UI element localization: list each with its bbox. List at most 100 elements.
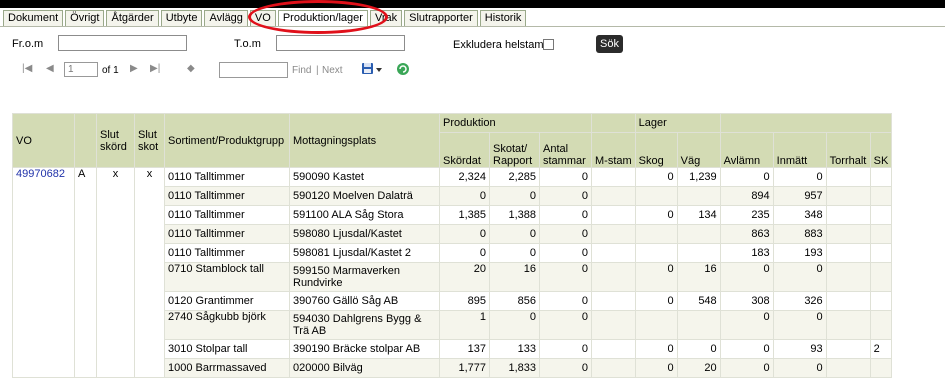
cell-antal: 0 <box>539 262 592 292</box>
last-page-icon[interactable]: ▶| <box>150 63 160 74</box>
cell-antal: 0 <box>539 243 592 263</box>
cell-antal: 0 <box>539 310 592 340</box>
cell-skordat: 1,777 <box>439 358 490 378</box>
cell-sk <box>869 358 893 378</box>
cell-mottagning: 594030 Dahlgrens Bygg & Trä AB <box>289 310 440 340</box>
cell-skog: 0 <box>634 262 678 292</box>
cell-vag: 20 <box>676 358 721 378</box>
cell-skotat: 2,285 <box>489 167 540 187</box>
cell-sk <box>869 167 893 187</box>
first-page-icon[interactable]: |◀ <box>22 63 32 74</box>
cell-sk: 2 <box>869 339 893 359</box>
cell-inmatt: 957 <box>772 186 827 206</box>
tab-atgarder[interactable]: Åtgärder <box>106 10 159 26</box>
cell-sk <box>869 243 893 263</box>
cell-inmatt: 0 <box>772 310 827 340</box>
col-header-skotat[interactable]: Skotat/ Rapport <box>489 132 540 168</box>
find-input[interactable] <box>219 62 288 78</box>
export-icon[interactable] <box>361 62 383 76</box>
cell-mstam <box>591 243 636 263</box>
tab-ovrigt[interactable]: Övrigt <box>65 10 105 26</box>
cell-mottagning: 020000 Bilväg <box>289 358 440 378</box>
cell-skog: 0 <box>634 167 678 187</box>
cell-avlamn: 0 <box>719 339 774 359</box>
cell-avlamn: 0 <box>719 167 774 187</box>
col-header-skog[interactable]: Skog <box>634 132 678 168</box>
col-header-slut-skord[interactable]: Slut skörd <box>96 113 135 168</box>
search-button[interactable]: Sök <box>596 35 623 53</box>
cell-skotat: 16 <box>489 262 540 292</box>
col-header-sortiment[interactable]: Sortiment/Produktgrupp <box>164 113 290 168</box>
find-link[interactable]: Find <box>292 65 311 76</box>
cell-skog: 0 <box>634 205 678 225</box>
cell-avlamn: 894 <box>719 186 774 206</box>
cell-torrhalt <box>825 224 871 244</box>
col-header-mstam[interactable]: M-stam <box>591 132 636 168</box>
refresh-icon[interactable] <box>396 62 410 76</box>
cell-vag: 134 <box>676 205 721 225</box>
cell-mstam <box>591 339 636 359</box>
cell-avlamn: 308 <box>719 291 774 311</box>
cell-mstam <box>591 262 636 292</box>
exclude-helstam-label: Exkludera helstam <box>453 39 544 51</box>
to-label: T.o.m <box>234 38 261 50</box>
cell-skordat: 1 <box>439 310 490 340</box>
col-header-mottagningsplats[interactable]: Mottagningsplats <box>289 113 440 168</box>
cell-vag <box>676 243 721 263</box>
col-header-torrhalt[interactable]: Torrhalt <box>825 132 871 168</box>
cell-sortiment: 0710 Stamblock tall <box>164 262 290 292</box>
tab-slutrapporter[interactable]: Slutrapporter <box>404 10 478 26</box>
cell-inmatt: 883 <box>772 224 827 244</box>
prev-page-icon[interactable]: ◀ <box>46 63 54 74</box>
col-header-antal-stammar[interactable]: Antal stammar <box>539 132 592 168</box>
cell-skotat: 133 <box>489 339 540 359</box>
cell-avlamn: 235 <box>719 205 774 225</box>
cell-sortiment: 0110 Talltimmer <box>164 243 290 263</box>
tab-historik[interactable]: Historik <box>479 10 527 26</box>
cell-sk <box>869 262 893 292</box>
col-header-slut-skot[interactable]: Slut skot <box>134 113 165 168</box>
page-count-label: of 1 <box>102 65 119 76</box>
col-header-sk[interactable]: SK <box>869 132 893 168</box>
cell-vag: 1,239 <box>676 167 721 187</box>
tab-avlagg[interactable]: Avlägg <box>204 10 248 26</box>
cell-slut-skord: x <box>96 167 135 378</box>
page-number-input[interactable]: 1 <box>64 62 98 77</box>
cell-inmatt: 193 <box>772 243 827 263</box>
exclude-helstam-checkbox[interactable] <box>543 39 554 50</box>
back-icon[interactable]: ◆ <box>187 63 195 74</box>
tab-utbyte[interactable]: Utbyte <box>160 10 203 26</box>
cell-skotat: 856 <box>489 291 540 311</box>
col-header-inmatt[interactable]: Inmätt <box>772 132 827 168</box>
tab-vo[interactable]: VO <box>249 10 276 26</box>
cell-vo[interactable]: 49970682 <box>12 167 75 378</box>
cell-torrhalt <box>825 167 871 187</box>
cell-inmatt: 348 <box>772 205 827 225</box>
cell-mstam <box>591 310 636 340</box>
tab-vrak[interactable]: Vrak <box>369 10 403 26</box>
next-page-icon[interactable]: ▶ <box>130 63 138 74</box>
tab-produktion-lager[interactable]: Produktion/lager <box>277 10 368 26</box>
from-date-input[interactable] <box>58 35 187 51</box>
cell-skog <box>634 310 678 340</box>
cell-vag <box>676 224 721 244</box>
cell-a: A <box>74 167 97 378</box>
col-header-vo[interactable]: VO <box>12 113 75 168</box>
cell-torrhalt <box>825 205 871 225</box>
cell-antal: 0 <box>539 167 592 187</box>
cell-skotat: 0 <box>489 243 540 263</box>
cell-skotat: 1,388 <box>489 205 540 225</box>
tab-dokument[interactable]: Dokument <box>3 10 64 26</box>
cell-sortiment: 0110 Talltimmer <box>164 167 290 187</box>
col-header-skordat[interactable]: Skördat <box>439 132 490 168</box>
col-header-avlamn[interactable]: Avlämn <box>719 132 774 168</box>
col-header-vag[interactable]: Väg <box>676 132 721 168</box>
to-date-input[interactable] <box>276 35 405 51</box>
cell-sortiment: 0110 Talltimmer <box>164 205 290 225</box>
table-row: 49970682 Ax x 0110 Talltimmer 590090 Kastet 2… <box>12 167 893 378</box>
col-header-a <box>74 113 97 168</box>
cell-sk <box>869 186 893 206</box>
next-link[interactable]: Next <box>322 65 343 76</box>
cell-skordat: 2,324 <box>439 167 490 187</box>
group-header-produktion: Produktion <box>439 113 592 133</box>
